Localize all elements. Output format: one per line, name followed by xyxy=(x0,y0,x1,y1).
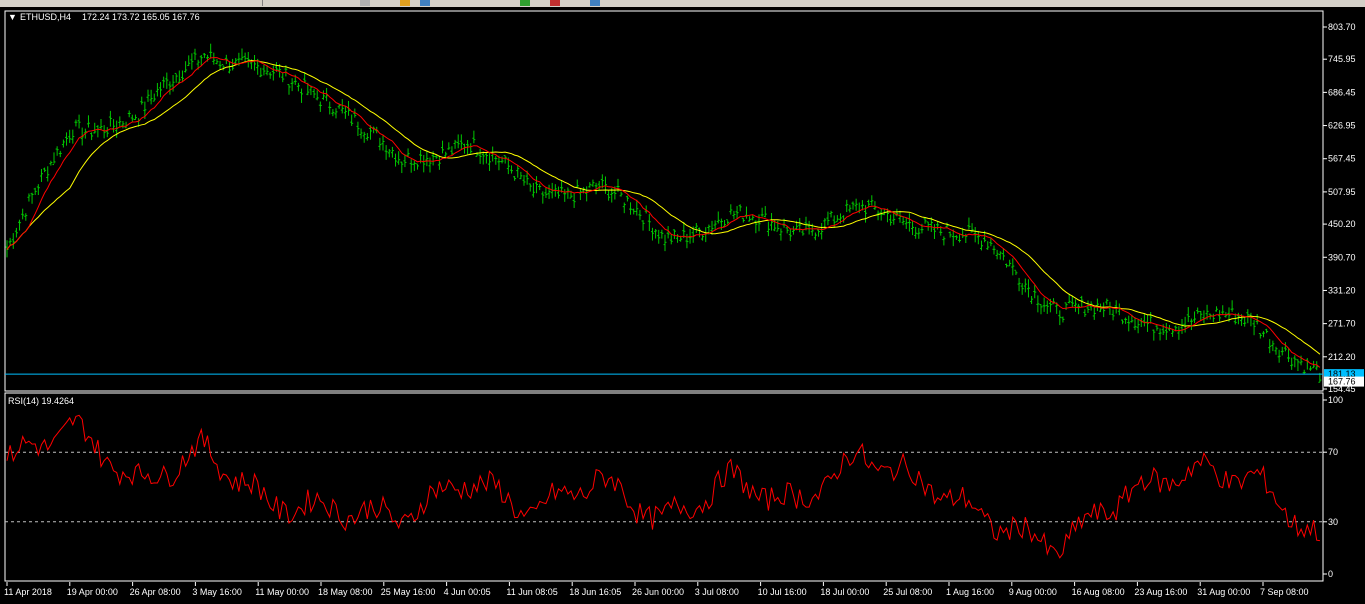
time-tick-label: 4 Jun 00:05 xyxy=(444,587,491,597)
time-tick-label: 11 May 00:00 xyxy=(255,587,309,597)
toolbar-button[interactable] xyxy=(590,0,600,6)
time-tick-label: 23 Aug 16:00 xyxy=(1134,587,1187,597)
time-tick-label: 11 Jun 08:05 xyxy=(506,587,557,597)
price-tick-label: 626.95 xyxy=(1328,121,1356,131)
price-tick-label: 212.20 xyxy=(1328,352,1356,362)
toolbar-button[interactable] xyxy=(550,0,560,6)
terminal-window: ▼ ETHUSD,H4 172.24 173.72 165.05 167.76 … xyxy=(0,0,1365,604)
rsi-tick-label: 0 xyxy=(1328,569,1333,579)
time-tick-label: 16 Aug 08:00 xyxy=(1072,587,1125,597)
time-tick-label: 26 Jun 00:00 xyxy=(632,587,684,597)
price-tick-label: 271.70 xyxy=(1328,319,1356,329)
price-tick-label: 803.70 xyxy=(1328,22,1356,32)
time-tick-label: 18 Jul 00:00 xyxy=(820,587,869,597)
toolbar-button[interactable] xyxy=(520,0,530,6)
dropdown-triangle-icon[interactable]: ▼ xyxy=(8,12,17,22)
time-tick-label: 26 Apr 08:00 xyxy=(130,587,181,597)
time-tick-label: 19 Apr 00:00 xyxy=(67,587,118,597)
chart-area[interactable]: ▼ ETHUSD,H4 172.24 173.72 165.05 167.76 … xyxy=(0,7,1365,604)
last-price-tag-text: 167.76 xyxy=(1328,377,1356,387)
time-tick-label: 7 Sep 08:00 xyxy=(1260,587,1309,597)
price-tick-label: 745.95 xyxy=(1328,54,1356,64)
time-tick-label: 18 Jun 16:05 xyxy=(569,587,621,597)
rsi-tick-label: 30 xyxy=(1328,517,1338,527)
price-tick-label: 567.45 xyxy=(1328,154,1356,164)
rsi-tick-label: 100 xyxy=(1328,395,1343,405)
ohlc-label: 172.24 173.72 165.05 167.76 xyxy=(82,12,200,22)
time-tick-label: 3 Jul 08:00 xyxy=(695,587,739,597)
time-tick-label: 18 May 08:00 xyxy=(318,587,373,597)
time-tick-label: 11 Apr 2018 xyxy=(4,587,52,597)
toolbar-button[interactable] xyxy=(420,0,430,6)
toolbar-button[interactable] xyxy=(360,0,370,6)
time-tick-label: 9 Aug 00:00 xyxy=(1009,587,1057,597)
rsi-tick-label: 70 xyxy=(1328,447,1338,457)
time-tick-label: 3 May 16:00 xyxy=(192,587,242,597)
price-tick-label: 331.20 xyxy=(1328,285,1356,295)
price-tick-label: 507.95 xyxy=(1328,187,1356,197)
time-tick-label: 25 Jul 08:00 xyxy=(883,587,932,597)
price-panel xyxy=(4,10,1324,392)
price-tick-label: 390.70 xyxy=(1328,252,1356,262)
rsi-label: RSI(14) 19.4264 xyxy=(8,396,74,406)
price-tick-label: 686.45 xyxy=(1328,87,1356,97)
toolbar-separator xyxy=(262,0,273,6)
time-tick-label: 1 Aug 16:00 xyxy=(946,587,994,597)
time-tick-label: 31 Aug 00:00 xyxy=(1197,587,1250,597)
toolbar-button[interactable] xyxy=(400,0,410,6)
time-tick-label: 10 Jul 16:00 xyxy=(758,587,807,597)
price-tick-label: 450.20 xyxy=(1328,219,1356,229)
time-tick-label: 25 May 16:00 xyxy=(381,587,436,597)
symbol-label: ETHUSD,H4 xyxy=(20,12,71,22)
